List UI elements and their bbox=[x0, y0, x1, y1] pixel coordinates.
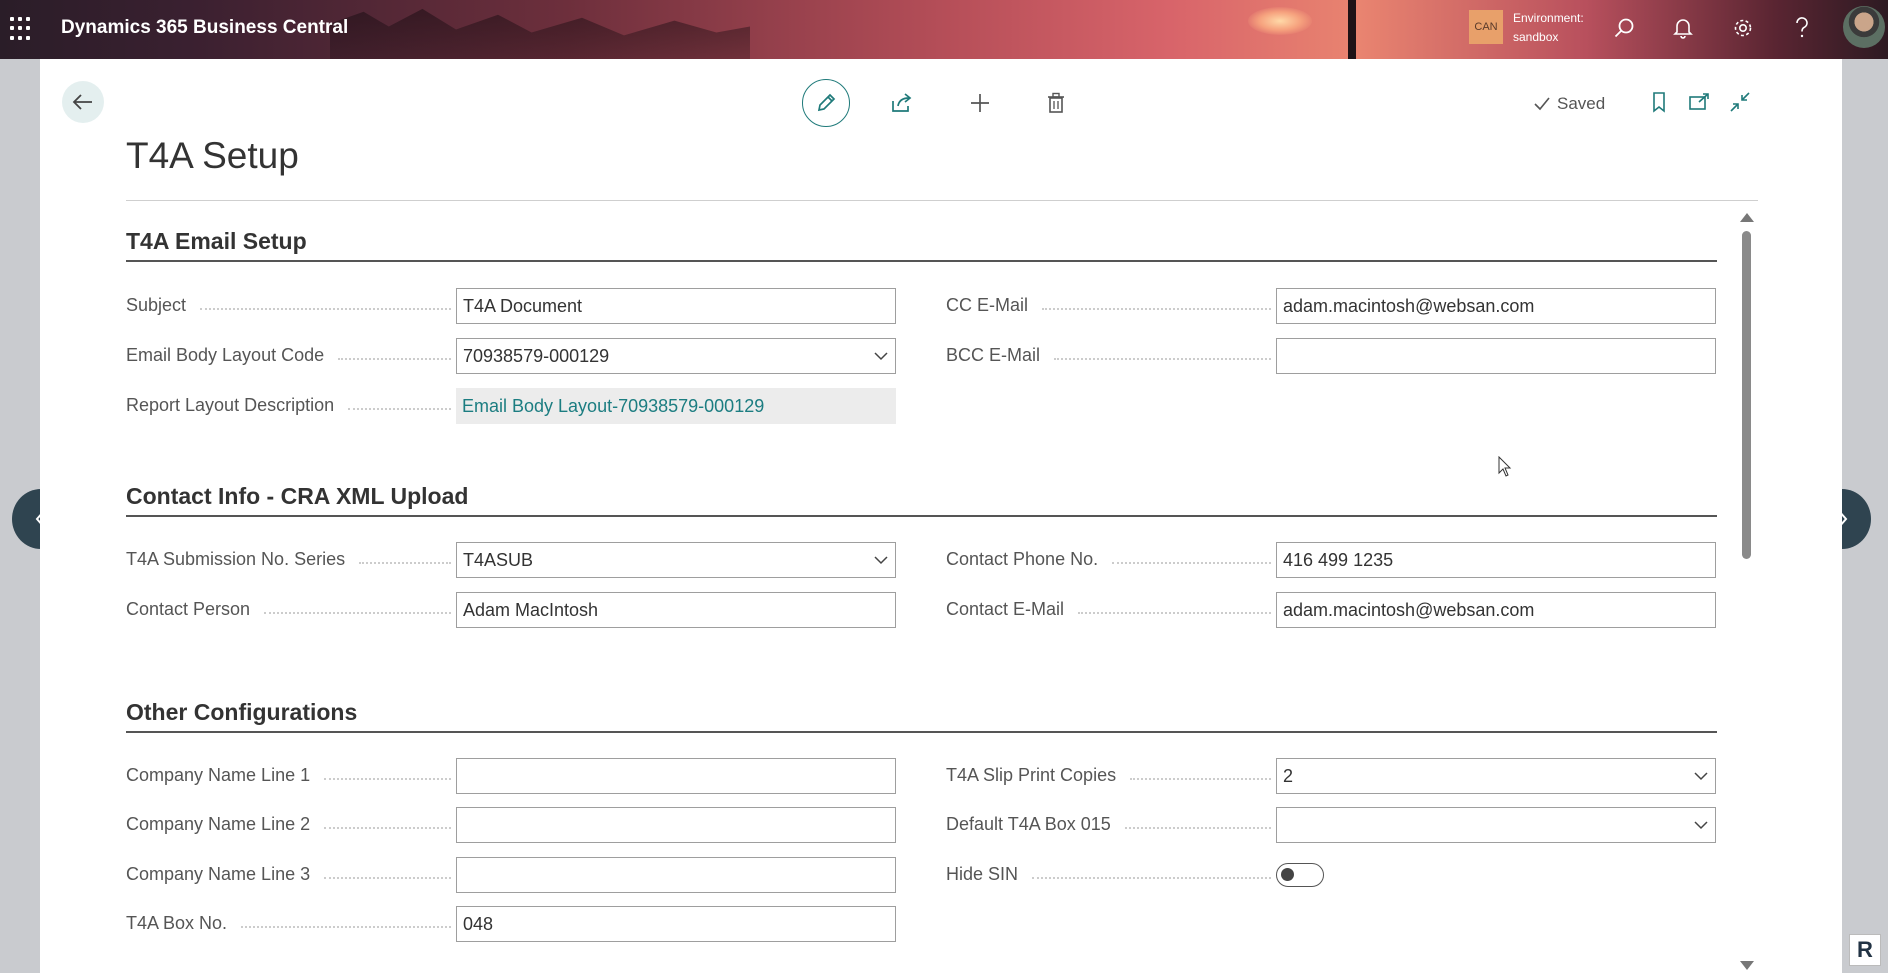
hide-sin-toggle[interactable] bbox=[1276, 863, 1324, 887]
page-title: T4A Setup bbox=[126, 135, 299, 176]
box-no-input[interactable]: 048 bbox=[456, 906, 896, 942]
new-button[interactable] bbox=[956, 79, 1004, 127]
field-label-slip-print-copies: T4A Slip Print Copies bbox=[946, 765, 1271, 786]
share-icon bbox=[892, 93, 912, 112]
section-title-email-setup[interactable]: T4A Email Setup bbox=[126, 228, 307, 255]
collapse-button[interactable] bbox=[1727, 89, 1753, 115]
header-background-palms bbox=[330, 8, 750, 59]
chevron-down-icon[interactable] bbox=[1693, 817, 1709, 833]
field-label-bcc-email: BCC E-Mail bbox=[946, 345, 1271, 366]
field-label-company-name-line-3: Company Name Line 3 bbox=[126, 864, 451, 885]
title-divider bbox=[126, 200, 1758, 201]
bell-icon[interactable] bbox=[1669, 14, 1697, 42]
arrow-left-icon bbox=[72, 94, 92, 110]
bcc-email-input[interactable] bbox=[1276, 338, 1716, 374]
default-box-015-select[interactable] bbox=[1276, 807, 1716, 843]
avatar[interactable] bbox=[1843, 6, 1885, 48]
share-button[interactable] bbox=[878, 79, 926, 127]
company-name-line-3-input[interactable] bbox=[456, 857, 896, 893]
section-title-other-configurations[interactable]: Other Configurations bbox=[126, 699, 357, 726]
field-label-report-layout-description: Report Layout Description bbox=[126, 395, 451, 416]
bookmark-icon bbox=[1653, 92, 1665, 113]
collapse-icon bbox=[1730, 92, 1750, 112]
scroll-up-arrow[interactable] bbox=[1740, 213, 1754, 222]
contact-person-input[interactable]: Adam MacIntosh bbox=[456, 592, 896, 628]
toggle-knob bbox=[1281, 868, 1294, 881]
section-divider bbox=[126, 515, 1717, 517]
saved-status: Saved bbox=[1533, 94, 1605, 114]
header-background-sun bbox=[1248, 7, 1312, 35]
field-label-hide-sin: Hide SIN bbox=[946, 864, 1271, 885]
watermark-logo: R bbox=[1849, 934, 1881, 966]
page-card: Saved T4A Setup T4A Email Setup Subject … bbox=[40, 59, 1842, 973]
scroll-down-arrow[interactable] bbox=[1740, 961, 1754, 970]
field-label-cc-email: CC E-Mail bbox=[946, 295, 1271, 316]
open-new-window-button[interactable] bbox=[1686, 89, 1712, 115]
trash-icon bbox=[1048, 92, 1064, 113]
slip-print-copies-select[interactable]: 2 bbox=[1276, 758, 1716, 794]
top-bar: Dynamics 365 Business Central CAN Enviro… bbox=[0, 0, 1888, 59]
field-label-contact-person: Contact Person bbox=[126, 599, 451, 620]
email-body-layout-code-select[interactable]: 70938579-000129 bbox=[456, 338, 896, 374]
search-icon[interactable] bbox=[1610, 14, 1638, 42]
chevron-down-icon[interactable] bbox=[873, 552, 889, 568]
company-name-line-1-input[interactable] bbox=[456, 758, 896, 794]
field-label-submission-no-series: T4A Submission No. Series bbox=[126, 549, 451, 570]
section-title-contact-info[interactable]: Contact Info - CRA XML Upload bbox=[126, 483, 468, 510]
open-new-window-icon bbox=[1689, 93, 1709, 110]
cc-email-input[interactable]: adam.macintosh@websan.com bbox=[1276, 288, 1716, 324]
app-title[interactable]: Dynamics 365 Business Central bbox=[61, 17, 348, 39]
gear-icon[interactable] bbox=[1729, 14, 1757, 42]
field-label-default-box-015: Default T4A Box 015 bbox=[946, 814, 1271, 835]
help-icon[interactable] bbox=[1788, 14, 1816, 42]
contact-phone-input[interactable]: 416 499 1235 bbox=[1276, 542, 1716, 578]
company-name-line-2-input[interactable] bbox=[456, 807, 896, 843]
back-button[interactable] bbox=[62, 81, 104, 123]
delete-button[interactable] bbox=[1032, 79, 1080, 127]
field-label-contact-phone: Contact Phone No. bbox=[946, 549, 1271, 570]
environment-label: Environment: bbox=[1513, 11, 1584, 25]
environment-name: sandbox bbox=[1513, 30, 1559, 44]
field-label-box-no: T4A Box No. bbox=[126, 913, 451, 934]
section-divider bbox=[126, 731, 1717, 733]
chevron-down-icon[interactable] bbox=[1693, 768, 1709, 784]
field-label-contact-email: Contact E-Mail bbox=[946, 599, 1271, 620]
submission-no-series-select[interactable]: T4ASUB bbox=[456, 542, 896, 578]
subject-input[interactable]: T4A Document bbox=[456, 288, 896, 324]
field-label-subject: Subject bbox=[126, 295, 451, 316]
field-label-company-name-line-2: Company Name Line 2 bbox=[126, 814, 451, 835]
saved-label: Saved bbox=[1557, 94, 1606, 113]
report-layout-description-link[interactable]: Email Body Layout-70938579-000129 bbox=[456, 388, 896, 424]
environment-badge[interactable]: CAN bbox=[1469, 10, 1503, 44]
field-label-company-name-line-1: Company Name Line 1 bbox=[126, 765, 451, 786]
section-divider bbox=[126, 260, 1717, 262]
header-background-pole bbox=[1348, 0, 1356, 59]
scrollbar-thumb[interactable] bbox=[1742, 231, 1751, 559]
plus-icon bbox=[971, 94, 989, 112]
mouse-cursor bbox=[1498, 455, 1512, 483]
environment-info[interactable]: Environment: sandbox bbox=[1513, 9, 1584, 47]
checkmark-icon bbox=[1534, 97, 1550, 111]
chevron-down-icon[interactable] bbox=[873, 348, 889, 364]
pencil-icon bbox=[817, 93, 836, 112]
field-label-email-body-layout-code: Email Body Layout Code bbox=[126, 345, 451, 366]
contact-email-input[interactable]: adam.macintosh@websan.com bbox=[1276, 592, 1716, 628]
bookmark-button[interactable] bbox=[1646, 89, 1672, 115]
waffle-icon[interactable] bbox=[10, 17, 34, 41]
edit-button[interactable] bbox=[802, 79, 850, 127]
